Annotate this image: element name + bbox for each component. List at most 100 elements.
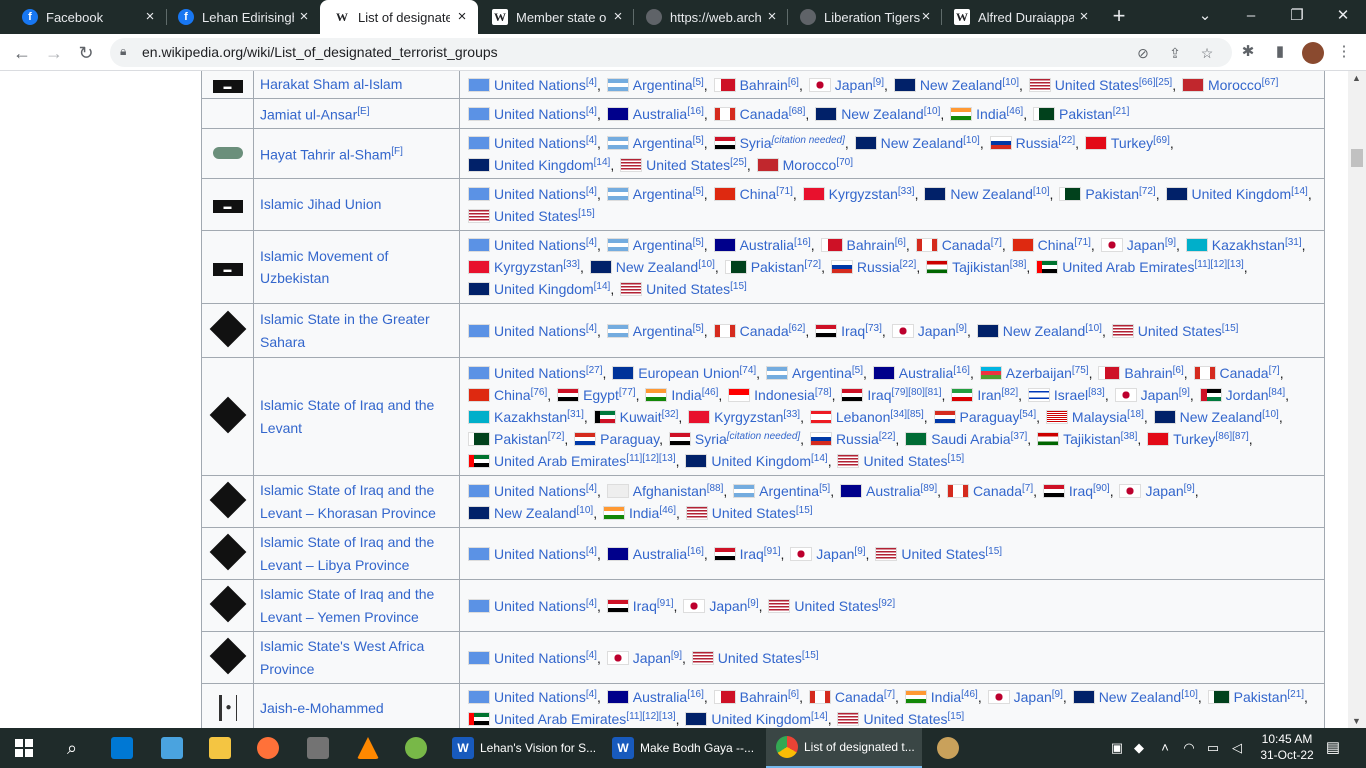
group-name-link[interactable]: Jamiat ul-Ansar <box>260 107 357 123</box>
country-link[interactable]: India <box>976 106 1006 122</box>
country-link[interactable]: Egypt <box>583 387 619 403</box>
new-tab-button[interactable]: + <box>1108 5 1130 27</box>
flag-icon[interactable] <box>668 431 691 446</box>
footnote-ref[interactable]: [F] <box>391 146 403 157</box>
flag-icon[interactable] <box>468 546 490 561</box>
reference-superscript[interactable]: [5] <box>693 135 704 146</box>
reference-superscript[interactable]: [9] <box>1165 237 1176 248</box>
country-link[interactable]: Turkey <box>1111 135 1153 151</box>
calculator-icon[interactable] <box>296 728 340 768</box>
group-name-link[interactable]: Hayat Tahrir al-Sham <box>260 147 391 163</box>
flag-icon[interactable] <box>1181 77 1204 92</box>
reference-superscript[interactable]: [11][12][13] <box>1194 259 1243 270</box>
flag-icon[interactable] <box>557 387 580 402</box>
reference-superscript[interactable]: [4] <box>586 483 597 494</box>
seal-logo[interactable] <box>209 585 246 623</box>
flag-icon[interactable] <box>915 238 938 253</box>
group-name-link[interactable]: Islamic Movement of Uzbekistan <box>260 248 388 287</box>
country-link[interactable]: Argentina <box>633 77 693 93</box>
reference-superscript[interactable]: [10] <box>1085 323 1102 334</box>
country-link[interactable]: United States <box>863 711 947 727</box>
country-link[interactable]: Japan <box>918 323 956 339</box>
country-link[interactable]: United Nations <box>494 237 586 253</box>
reference-superscript[interactable]: [54] <box>1019 409 1036 420</box>
flag-icon[interactable] <box>685 453 708 468</box>
reference-superscript[interactable]: [46] <box>961 689 978 700</box>
reference-superscript[interactable]: [91] <box>764 546 781 557</box>
flag-icon[interactable] <box>606 135 629 150</box>
reference-superscript[interactable]: [10] <box>963 135 980 146</box>
flag-icon[interactable] <box>837 453 860 468</box>
country-link[interactable]: Kazakhstan <box>1212 237 1285 253</box>
reference-superscript[interactable]: [5] <box>693 77 704 88</box>
reference-superscript[interactable]: [71] <box>1074 237 1091 248</box>
tab-facebook[interactable]: f Facebook × <box>0 0 166 34</box>
flag-icon[interactable] <box>1045 409 1068 424</box>
tab-alfred-duraiappah[interactable]: W Alfred Duraiappa × <box>932 0 1100 34</box>
country-link[interactable]: Morocco <box>783 157 837 173</box>
flag-icon[interactable] <box>685 505 708 520</box>
reference-superscript[interactable]: [77] <box>619 387 636 398</box>
country-link[interactable]: Paraguay <box>600 431 659 447</box>
country-link[interactable]: United Nations <box>494 650 586 666</box>
volume-icon[interactable]: ◁ <box>1228 739 1246 757</box>
country-link[interactable]: United Kingdom <box>494 157 594 173</box>
country-link[interactable]: Bahrain <box>740 77 788 93</box>
vscode-icon[interactable] <box>100 728 144 768</box>
country-link[interactable]: Bahrain <box>847 237 895 253</box>
reference-superscript[interactable]: [9] <box>671 650 682 661</box>
reference-superscript[interactable]: [4] <box>586 135 597 146</box>
reload-icon[interactable]: ↻ <box>74 41 98 65</box>
reference-superscript[interactable]: [5] <box>819 483 830 494</box>
seal-logo[interactable] <box>209 481 246 519</box>
reference-superscript[interactable]: [21] <box>1287 689 1304 700</box>
flag-icon[interactable] <box>872 365 895 380</box>
minimize-icon[interactable]: – <box>1240 5 1262 27</box>
reference-superscript[interactable]: [9] <box>747 598 758 609</box>
reference-superscript[interactable]: [33] <box>898 186 915 197</box>
country-link[interactable]: Canada <box>973 483 1022 499</box>
country-link[interactable]: Kyrgyzstan <box>494 259 563 275</box>
address-bar[interactable]: 🔒︎ en.wikipedia.org/wiki/List_of_designa… <box>110 38 1232 67</box>
reference-superscript[interactable]: [10] <box>1033 186 1050 197</box>
reference-superscript[interactable]: [citation needed] <box>771 135 844 146</box>
country-link[interactable]: Canada <box>942 237 991 253</box>
bookmark-star-icon[interactable]: ☆ <box>1198 44 1216 62</box>
flag-icon[interactable] <box>933 409 956 424</box>
flag-icon[interactable] <box>808 77 831 92</box>
reference-superscript[interactable]: [84] <box>1268 387 1285 398</box>
flag-icon[interactable] <box>926 260 949 275</box>
reference-superscript[interactable]: [18] <box>1127 409 1144 420</box>
reference-superscript[interactable]: [9] <box>1184 483 1195 494</box>
profile-avatar[interactable] <box>1302 42 1324 64</box>
country-link[interactable]: Jordan <box>1226 387 1269 403</box>
flag-icon[interactable] <box>468 208 490 223</box>
reference-superscript[interactable]: [5] <box>693 323 704 334</box>
reference-superscript[interactable]: [90] <box>1093 483 1110 494</box>
country-link[interactable]: United States <box>901 546 985 562</box>
flag-icon[interactable] <box>1165 186 1188 201</box>
country-link[interactable]: United Nations <box>494 546 586 562</box>
flag-icon[interactable] <box>1059 186 1082 201</box>
country-link[interactable]: India <box>671 387 701 403</box>
flag-icon[interactable] <box>950 106 973 121</box>
country-link[interactable]: United Arab Emirates <box>494 711 626 727</box>
country-link[interactable]: Japan <box>1145 483 1183 499</box>
country-link[interactable]: Pakistan <box>1059 106 1113 122</box>
country-link[interactable]: Argentina <box>633 186 693 202</box>
country-link[interactable]: Iraq <box>841 323 865 339</box>
flag-icon[interactable] <box>809 431 832 446</box>
flag-icon[interactable] <box>468 387 490 402</box>
scroll-thumb[interactable] <box>1351 149 1363 167</box>
flag-icon[interactable] <box>589 260 612 275</box>
menu-dots-icon[interactable]: ⋮ <box>1334 42 1354 62</box>
reference-superscript[interactable]: [33] <box>783 409 800 420</box>
country-link[interactable]: Iran <box>977 387 1001 403</box>
reference-superscript[interactable]: [46] <box>659 505 676 516</box>
computer-icon[interactable] <box>150 728 194 768</box>
flag-icon[interactable] <box>685 712 708 727</box>
file-explorer-icon[interactable] <box>198 728 242 768</box>
reference-superscript[interactable]: [11][12][13] <box>626 453 675 464</box>
flag-icon[interactable] <box>713 546 736 561</box>
reference-superscript[interactable]: [22] <box>879 431 896 442</box>
